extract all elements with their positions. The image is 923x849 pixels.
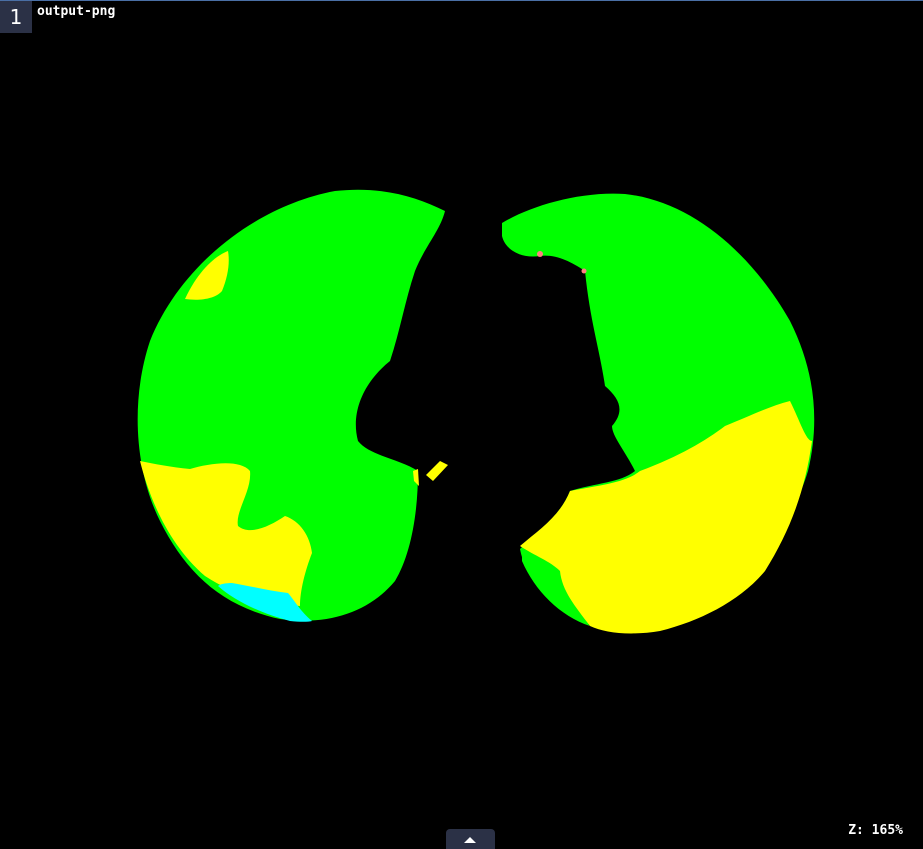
central-fragment <box>426 461 448 481</box>
lung-segmentation-image <box>137 189 815 634</box>
expand-panel-button[interactable] <box>446 829 495 849</box>
viewport-series-label: output-png <box>37 4 116 19</box>
chevron-up-icon <box>464 837 476 843</box>
zoom-level-readout: Z: 165% <box>848 823 903 838</box>
right-lung-pink-speck <box>537 251 543 257</box>
viewport-index-badge: 1 <box>0 1 32 33</box>
right-lung-pink-speck <box>581 268 587 274</box>
image-viewport[interactable]: 1 output-png Z: 165% <box>0 0 923 849</box>
